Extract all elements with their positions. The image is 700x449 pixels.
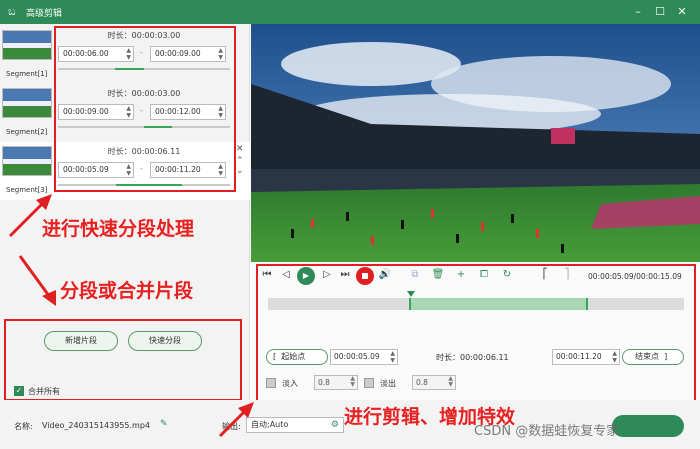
file-name-value: Video_240315143955.mp4 <box>42 421 150 430</box>
fast-segment-button[interactable]: 快速分段 <box>128 331 202 351</box>
watermark: CSDN @数据蛙恢复专家 <box>474 424 620 439</box>
close-icon[interactable]: ✕ <box>236 144 244 154</box>
move-down-icon[interactable]: ⌄ <box>236 166 244 176</box>
output-select[interactable]: 自动;Auto ⚙ <box>246 417 344 433</box>
file-name-label: 名称: <box>14 422 33 431</box>
merge-all-checkbox[interactable]: ✓ <box>14 386 24 396</box>
move-up-icon[interactable]: ⌃ <box>236 156 244 166</box>
merge-all-label: 合并所有 <box>28 387 60 396</box>
segment-name: Segment[1] <box>6 70 48 78</box>
segment-thumbnail <box>2 30 52 60</box>
annotation-fast-segment: 进行快速分段处理 <box>42 218 195 240</box>
close-icon[interactable]: ✕ <box>674 4 690 20</box>
annotation-box-segments <box>54 26 236 192</box>
maximize-icon[interactable]: ☐ <box>652 4 668 20</box>
annotation-arrow <box>18 255 56 306</box>
new-segment-button[interactable]: 新增片段 <box>44 331 118 351</box>
annotation-box-edit <box>256 264 696 402</box>
annotation-arrow <box>218 402 254 438</box>
edit-name-icon[interactable]: ✎ <box>160 419 168 429</box>
window-title: 高级剪辑 <box>26 9 63 19</box>
gear-icon[interactable]: ⚙ <box>331 418 339 432</box>
export-button[interactable] <box>612 415 684 437</box>
segment-thumbnail <box>2 88 52 118</box>
minimize-icon[interactable]: – <box>630 4 646 20</box>
video-preview <box>251 24 700 270</box>
title-bar: ಬ 高级剪辑 – ☐ ✕ <box>0 0 700 24</box>
app-logo-icon: ಬ <box>8 5 16 18</box>
annotation-segment-merge: 分段或合并片段 <box>60 280 194 302</box>
segment-thumbnail <box>2 146 52 176</box>
segment-name: Segment[2] <box>6 128 48 136</box>
